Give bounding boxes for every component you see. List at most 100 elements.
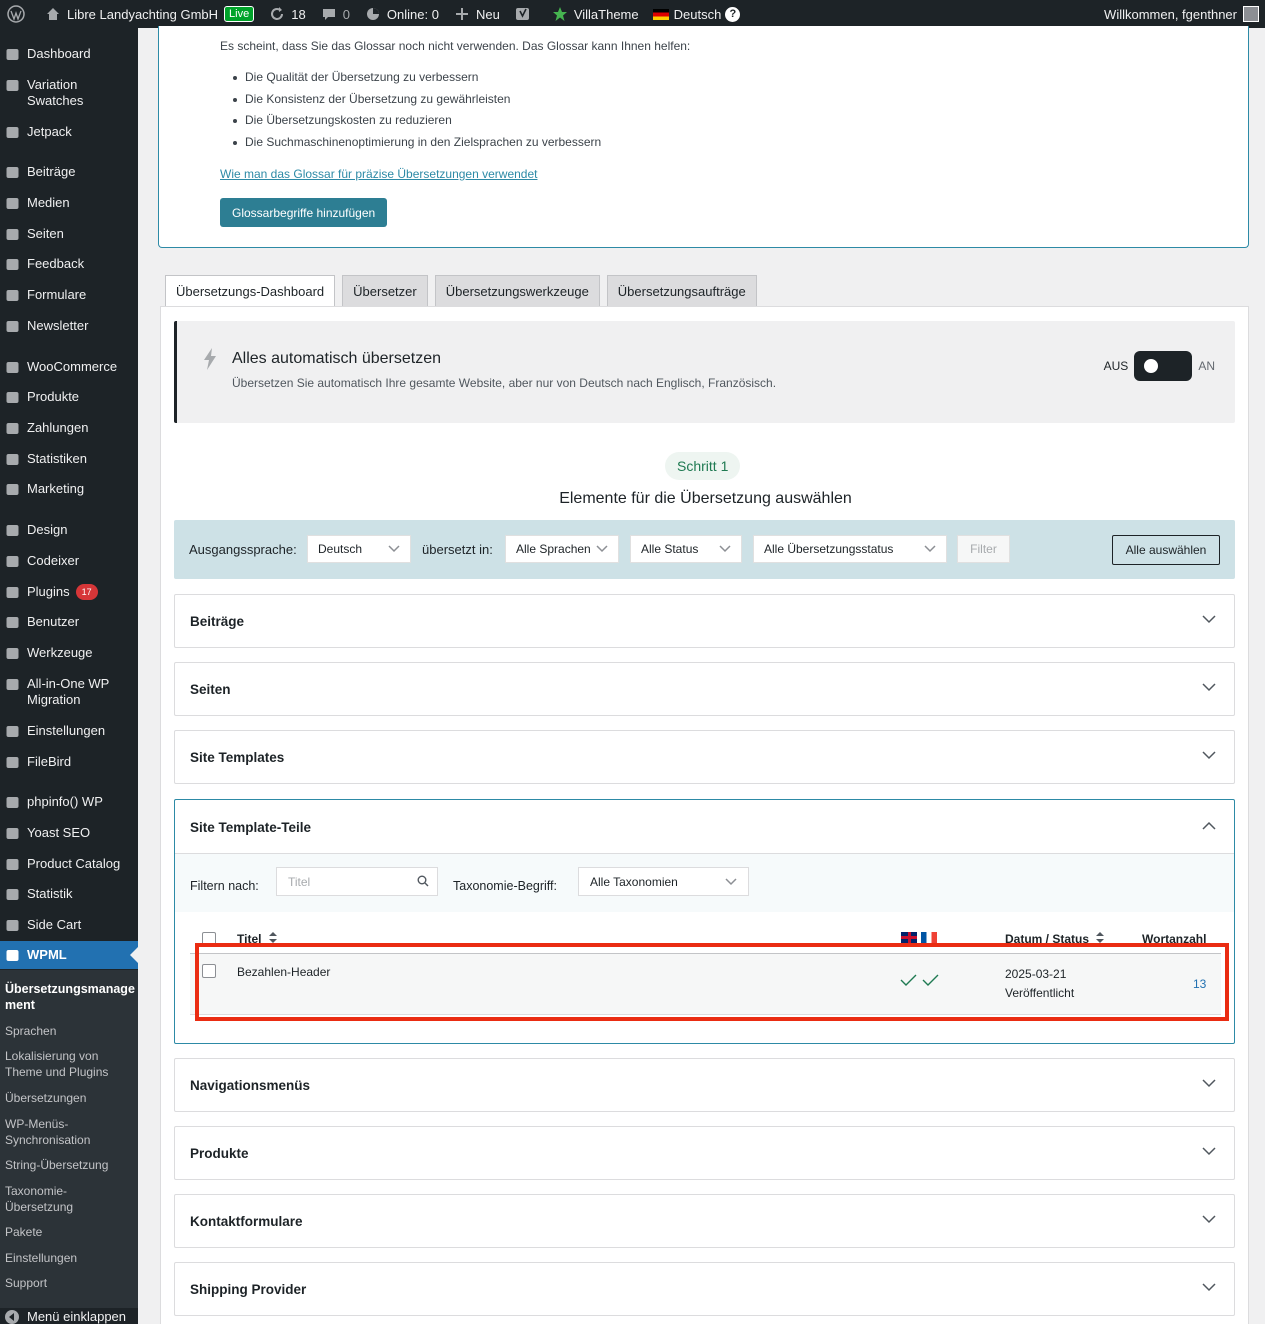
sidebar-item-zahlungen[interactable]: Zahlungen — [0, 420, 138, 436]
sidebar-item-label: phpinfo() WP — [27, 794, 103, 809]
online-menu[interactable]: Online: 0 — [357, 0, 446, 28]
row-word-count[interactable]: 13 — [1193, 977, 1206, 991]
wp-logo-menu[interactable] — [0, 0, 37, 28]
sidebar-item-woocommerce[interactable]: WooCommerce — [0, 359, 138, 375]
sidebar-item-label: Side Cart — [27, 917, 82, 932]
section-posts[interactable]: Beiträge — [174, 594, 1235, 648]
site-name-menu[interactable]: Libre Landyachting GmbH Live — [37, 0, 261, 28]
submenu-item[interactable]: Einstellungen — [5, 1250, 135, 1266]
sidebar-item-wpml[interactable]: WPML — [0, 941, 138, 969]
section-navigation-menus[interactable]: Navigationsmenüs — [174, 1058, 1235, 1112]
help-icon[interactable]: ? — [725, 6, 741, 22]
sidebar-item-plugins[interactable]: Plugins 17 — [0, 584, 138, 600]
section-products[interactable]: Produkte — [174, 1126, 1235, 1180]
sidebar-item-jetpack[interactable]: Jetpack — [0, 124, 138, 140]
section-site-templates[interactable]: Site Templates — [174, 730, 1235, 784]
sidebar-item-produkte[interactable]: Produkte — [0, 389, 138, 405]
auto-translate-toggle[interactable] — [1134, 351, 1193, 381]
avatar — [1243, 6, 1259, 22]
submenu-item[interactable]: Übersetzungen — [5, 1090, 135, 1106]
sidebar-item-variation-swatches[interactable]: Variation Swatches — [0, 77, 138, 109]
language-switcher[interactable]: Deutsch ? — [646, 0, 748, 28]
translation-status-select[interactable]: Alle Übersetzungsstatus — [753, 535, 947, 563]
section-header[interactable]: Site Template-Teile — [175, 800, 1234, 854]
target-language-select[interactable]: Alle Sprachen — [505, 535, 619, 563]
sidebar-item-seiten[interactable]: Seiten — [0, 226, 138, 242]
row-checkbox[interactable] — [202, 964, 216, 978]
sidebar-item-benutzer[interactable]: Benutzer — [0, 614, 138, 630]
tab-translation-jobs[interactable]: Übersetzungsaufträge — [606, 275, 757, 306]
submenu-item[interactable]: String-Übersetzung — [5, 1157, 135, 1173]
brush-icon — [3, 522, 21, 538]
submenu-item[interactable]: WP-Menüs-Synchronisation — [5, 1116, 135, 1148]
chevron-down-icon — [1202, 680, 1216, 695]
toggle-on-label: AN — [1198, 359, 1215, 373]
sidebar-item-all-in-one-wp-migration[interactable]: All-in-One WP Migration — [0, 676, 138, 708]
tab-translation-dashboard[interactable]: Übersetzungs-Dashboard — [165, 275, 336, 307]
translation-status-value: Alle Übersetzungsstatus — [764, 542, 894, 556]
my-account-menu[interactable]: Willkommen, fgenthner — [1104, 0, 1265, 28]
chevron-down-icon — [1202, 748, 1216, 763]
search-icon[interactable] — [417, 875, 429, 890]
sidebar-item-dashboard[interactable]: Dashboard — [0, 46, 138, 62]
taxonomy-select[interactable]: Alle Taxonomien — [578, 867, 749, 896]
tab-translators[interactable]: Übersetzer — [342, 275, 428, 306]
collapse-menu-button[interactable]: Menü einklappen — [0, 1309, 138, 1324]
row-status: Veröffentlicht — [1005, 986, 1075, 1000]
filter-button[interactable]: Filter — [957, 535, 1010, 563]
sidebar-item-werkzeuge[interactable]: Werkzeuge — [0, 645, 138, 661]
section-contact-forms[interactable]: Kontaktformulare — [174, 1194, 1235, 1248]
sidebar-item-einstellungen[interactable]: Einstellungen — [0, 723, 138, 739]
villatheme-menu[interactable]: VillaTheme — [544, 0, 646, 28]
status-select[interactable]: Alle Status — [630, 535, 742, 563]
glossary-help-link[interactable]: Wie man das Glossar für präzise Übersetz… — [220, 167, 537, 181]
sidebar-item-beitr-ge[interactable]: Beiträge — [0, 164, 138, 180]
sidebar-item-phpinfo-wp[interactable]: phpinfo() WP — [0, 794, 138, 810]
add-glossary-terms-button[interactable]: Glossarbegriffe hinzufügen — [220, 198, 388, 227]
submenu-item[interactable]: Pakete — [5, 1224, 135, 1240]
section-pages[interactable]: Seiten — [174, 662, 1235, 716]
newsletter-icon — [3, 318, 21, 334]
section-shipping-provider[interactable]: Shipping Provider — [174, 1262, 1235, 1316]
yoast-menu[interactable] — [507, 0, 544, 28]
wordpress-icon — [7, 5, 25, 23]
toggle-off-label: AUS — [1103, 359, 1129, 373]
archive-icon — [3, 389, 21, 405]
sidebar-item-formulare[interactable]: Formulare — [0, 287, 138, 303]
comment-icon — [320, 5, 338, 23]
sidebar-item-statistik[interactable]: Statistik — [0, 886, 138, 902]
sidebar-item-design[interactable]: Design — [0, 522, 138, 538]
sidebar-item-yoast-seo[interactable]: Yoast SEO — [0, 825, 138, 841]
new-content-menu[interactable]: Neu — [446, 0, 507, 28]
select-all-button[interactable]: Alle auswählen — [1112, 535, 1220, 565]
dashboard-panel: Alles automatisch übersetzen Übersetzen … — [160, 306, 1249, 1324]
comments-menu[interactable]: 0 — [313, 0, 357, 28]
submenu-item[interactable]: Taxonomie-Übersetzung — [5, 1183, 135, 1215]
submenu-item[interactable]: Sprachen — [5, 1023, 135, 1039]
updates-menu[interactable]: 18 — [261, 0, 312, 28]
sidebar-item-codeixer[interactable]: Codeixer — [0, 553, 138, 569]
sidebar-item-medien[interactable]: Medien — [0, 195, 138, 211]
sidebar-item-statistiken[interactable]: Statistiken — [0, 451, 138, 467]
column-title[interactable]: Titel — [237, 932, 277, 946]
submenu-item[interactable]: Support — [5, 1275, 135, 1291]
taxonomy-value: Alle Taxonomien — [590, 874, 678, 889]
sidebar-item-marketing[interactable]: Marketing — [0, 481, 138, 497]
column-date-label: Datum / Status — [1005, 932, 1090, 946]
sidebar-item-label: Formulare — [27, 287, 87, 302]
sidebar-item-feedback[interactable]: Feedback — [0, 256, 138, 272]
select-all-checkbox[interactable] — [202, 932, 216, 946]
source-language-select[interactable]: Deutsch — [307, 535, 411, 563]
french-flag-icon — [921, 932, 937, 943]
sidebar-item-newsletter[interactable]: Newsletter — [0, 318, 138, 334]
title-search-input[interactable]: Titel — [276, 867, 438, 896]
column-date-status[interactable]: Datum / Status — [1005, 932, 1105, 946]
tab-translation-tools[interactable]: Übersetzungswerkzeuge — [434, 275, 600, 306]
row-title[interactable]: Bezahlen-Header — [237, 965, 330, 979]
sidebar-item-product-catalog[interactable]: Product Catalog — [0, 856, 138, 872]
submenu-item[interactable]: Übersetzungsmanagement — [5, 981, 135, 1013]
sidebar-item-filebird[interactable]: FileBird — [0, 754, 138, 770]
sidebar-item-side-cart[interactable]: Side Cart — [0, 917, 138, 933]
submenu-item[interactable]: Lokalisierung von Theme und Plugins — [5, 1048, 135, 1080]
sidebar-item-label: Design — [27, 522, 68, 537]
